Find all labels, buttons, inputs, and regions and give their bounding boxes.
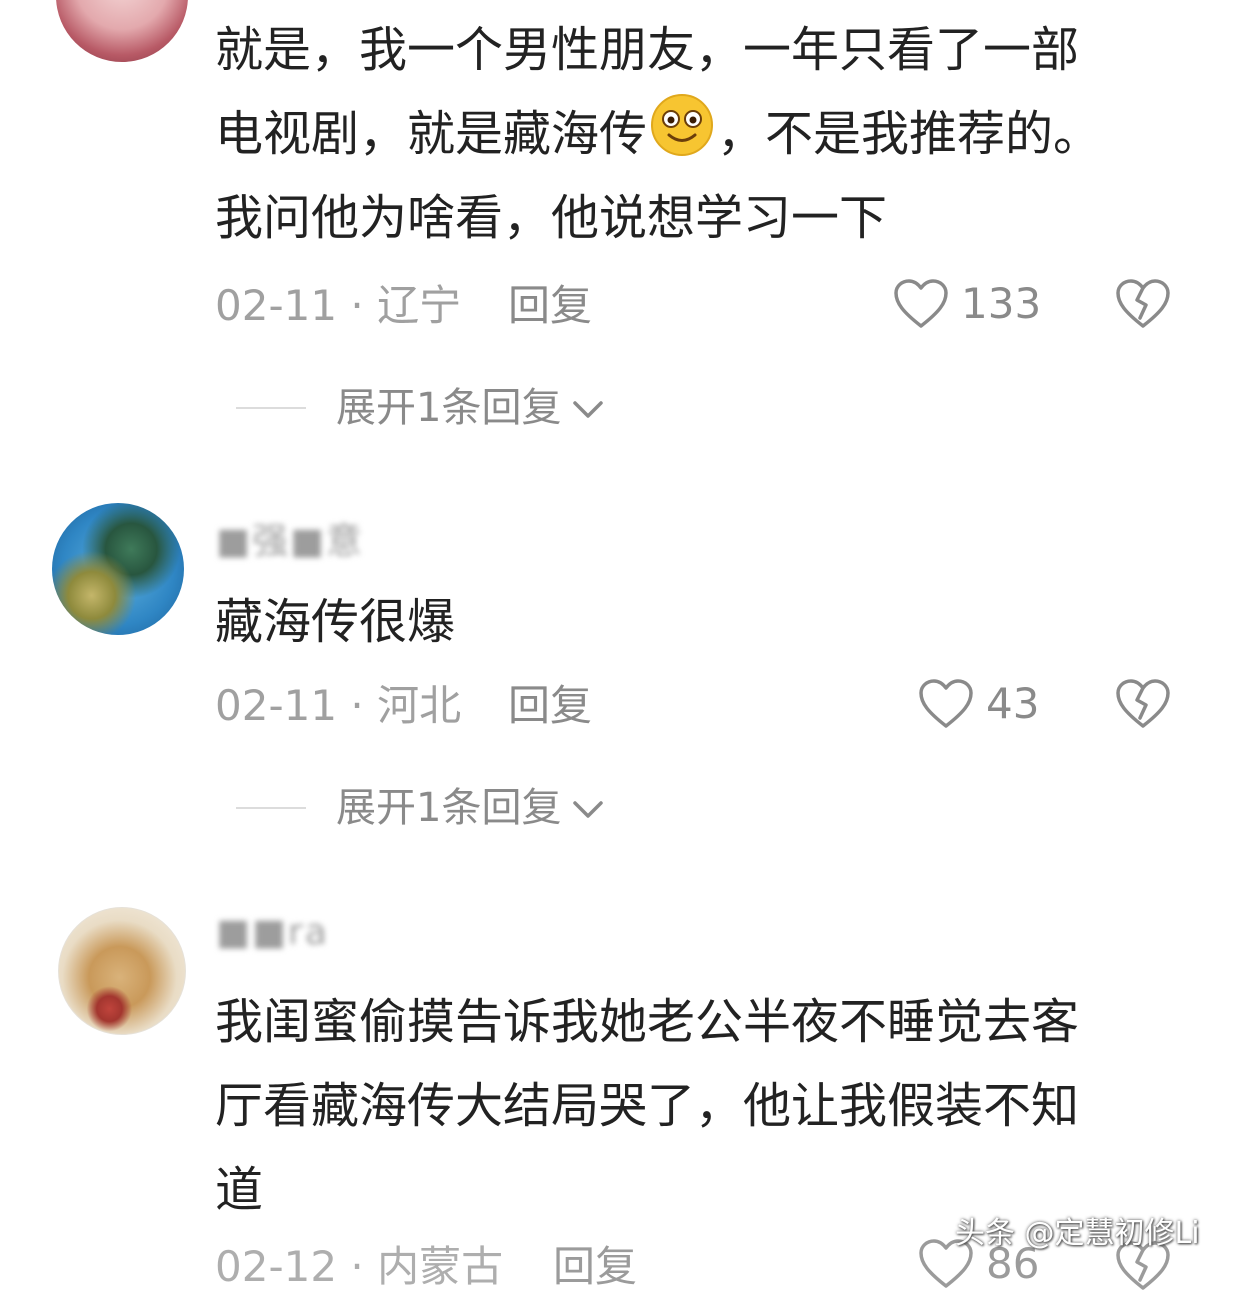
chevron-down-icon [571, 383, 605, 433]
broken-heart-icon [1115, 676, 1171, 730]
username[interactable]: ■强■意 [216, 512, 364, 564]
comment-content: 藏海传很爆 [215, 594, 456, 650]
reply-button[interactable]: 回复 [508, 281, 592, 331]
avatar[interactable] [58, 907, 186, 1035]
heart-outline-icon [893, 278, 949, 330]
dislike-button[interactable] [1115, 276, 1171, 332]
like-button[interactable]: 133 [893, 278, 1041, 330]
watermark: 头条 @定慧初修Li [955, 1216, 1200, 1251]
expand-replies-label: 展开1条回复 [336, 385, 562, 431]
smile-emoji-icon [649, 92, 715, 158]
like-button[interactable]: 43 [918, 678, 1039, 730]
heart-outline-icon [918, 678, 974, 730]
expand-replies-label: 展开1条回复 [336, 785, 562, 831]
comment-content: 我闺蜜偷摸告诉我她老公半夜不睡觉去客 厅看藏海传大结局哭了，他让我假装不知 道 [215, 994, 1080, 1218]
like-count: 133 [961, 279, 1042, 328]
reply-button[interactable]: 回复 [553, 1242, 637, 1292]
comment-content: 就是，我一个男性朋友，一年只看了一部 电视剧，就是藏海传 ，不是我推荐的。 我问他… [215, 8, 1175, 260]
comment-date-location: 02-11 · 辽宁 [215, 281, 462, 330]
like-count: 43 [986, 679, 1040, 728]
avatar[interactable] [56, 0, 188, 62]
comment-date-location: 02-12 · 内蒙古 [215, 1242, 504, 1291]
divider [236, 807, 306, 809]
comment-date-location: 02-11 · 河北 [215, 681, 462, 730]
expand-replies-button[interactable]: 展开1条回复 [236, 783, 605, 833]
chevron-down-icon [571, 783, 605, 833]
divider [236, 407, 306, 409]
avatar[interactable] [52, 503, 184, 635]
dislike-button[interactable] [1115, 676, 1171, 732]
broken-heart-icon [1115, 276, 1171, 330]
expand-replies-button[interactable]: 展开1条回复 [236, 383, 605, 433]
username[interactable]: ■■ra [216, 912, 329, 953]
reply-button[interactable]: 回复 [508, 681, 592, 731]
